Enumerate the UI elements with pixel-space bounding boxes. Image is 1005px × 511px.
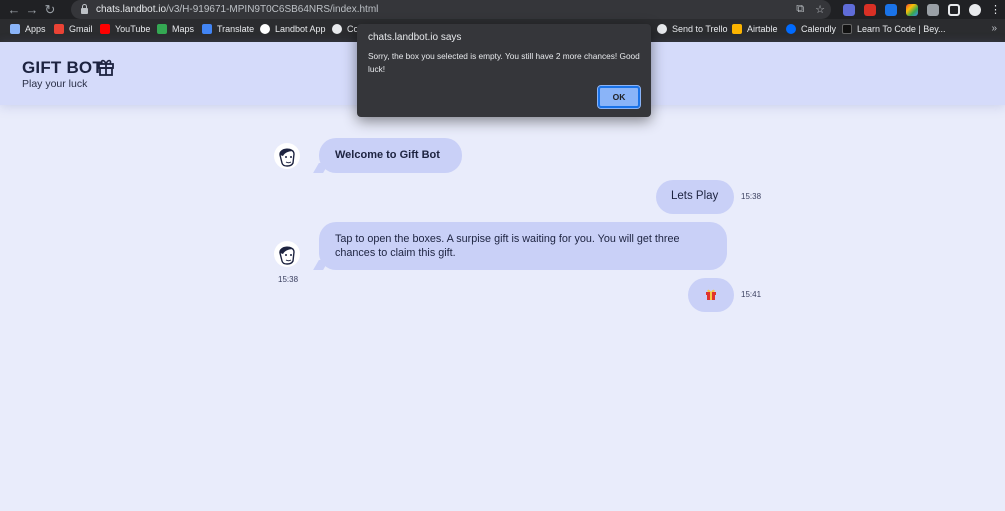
- bookmark-co[interactable]: Co: [332, 24, 359, 34]
- gmail-icon: [54, 24, 64, 34]
- bot-avatar: [274, 241, 300, 267]
- translate-icon: [202, 24, 212, 34]
- bookmark-learn-to-code[interactable]: Learn To Code | Bey...: [842, 24, 946, 34]
- shield-icon[interactable]: [885, 3, 897, 16]
- page-subtitle: Play your luck: [22, 78, 88, 90]
- message-timestamp: 15:41: [741, 290, 762, 299]
- extension-icon[interactable]: [843, 3, 855, 16]
- extension-icon[interactable]: [906, 3, 918, 16]
- site-icon: [842, 24, 852, 34]
- user-message-bubble: [688, 278, 734, 312]
- bookmark-landbot-app[interactable]: Landbot App: [260, 24, 326, 34]
- bot-avatar: [274, 143, 300, 169]
- user-message-text: Lets Play: [671, 190, 719, 202]
- bookmark-apps[interactable]: Apps: [10, 24, 46, 34]
- page-title: GIFT BOT: [22, 58, 103, 77]
- dialog-message: Sorry, the box you selected is empty. Yo…: [368, 51, 640, 74]
- message-timestamp: 15:38: [278, 275, 299, 284]
- bookmark-translate[interactable]: Translate: [202, 24, 254, 34]
- bot-face-icon: [279, 246, 295, 265]
- calendly-icon: [786, 24, 796, 34]
- bookmark-calendly[interactable]: Calendly: [786, 24, 836, 34]
- bookmark-gmail[interactable]: Gmail: [54, 24, 93, 34]
- sidebar-icon[interactable]: [948, 3, 960, 16]
- address-bar[interactable]: chats.landbot.io/v3/H-919671-MPIN9T0C6SB…: [71, 0, 831, 19]
- back-icon[interactable]: ←: [5, 0, 23, 19]
- bot-message-bubble: Tap to open the boxes. A surpise gift is…: [319, 222, 727, 270]
- bot-message-text: Tap to open the boxes. A surpise gift is…: [335, 233, 680, 259]
- url-text: chats.landbot.io/v3/H-919671-MPIN9T0C6SB…: [96, 4, 379, 15]
- dialog-title: chats.landbot.io says: [368, 32, 462, 43]
- profile-icon[interactable]: [969, 3, 981, 16]
- globe-icon: [657, 24, 667, 34]
- browser-toolbar: ← → ↻ chats.landbot.io/v3/H-919671-MPIN9…: [0, 0, 1005, 19]
- reload-icon[interactable]: ↻: [41, 0, 59, 19]
- bot-message-text: Welcome to Gift Bot: [335, 149, 440, 161]
- bot-message-bubble: Welcome to Gift Bot: [319, 138, 462, 173]
- extension-icon[interactable]: [864, 3, 876, 16]
- gift-icon: [98, 59, 114, 76]
- menu-icon[interactable]: ⋮: [990, 3, 1001, 16]
- bookmark-youtube[interactable]: YouTube: [100, 24, 150, 34]
- bookmark-airtable[interactable]: Airtable: [732, 24, 778, 34]
- share-icon[interactable]: ⧉: [796, 3, 804, 16]
- airtable-icon: [732, 24, 742, 34]
- bookmark-send-to-trello[interactable]: Send to Trello: [657, 24, 728, 34]
- forward-icon[interactable]: →: [23, 0, 41, 19]
- bookmarks-overflow-icon[interactable]: »: [991, 23, 997, 34]
- ok-button[interactable]: OK: [597, 85, 641, 109]
- gift-emoji-icon: [706, 289, 716, 300]
- lock-icon: [81, 4, 88, 14]
- apps-icon: [10, 24, 20, 34]
- youtube-icon: [100, 24, 110, 34]
- user-message-bubble: Lets Play: [656, 180, 734, 214]
- star-icon[interactable]: ☆: [815, 3, 825, 16]
- maps-icon: [157, 24, 167, 34]
- bot-face-icon: [279, 148, 295, 167]
- puzzle-icon[interactable]: [927, 3, 939, 16]
- globe-icon: [332, 24, 342, 34]
- bookmark-maps[interactable]: Maps: [157, 24, 194, 34]
- landbot-icon: [260, 24, 270, 34]
- message-timestamp: 15:38: [741, 192, 762, 201]
